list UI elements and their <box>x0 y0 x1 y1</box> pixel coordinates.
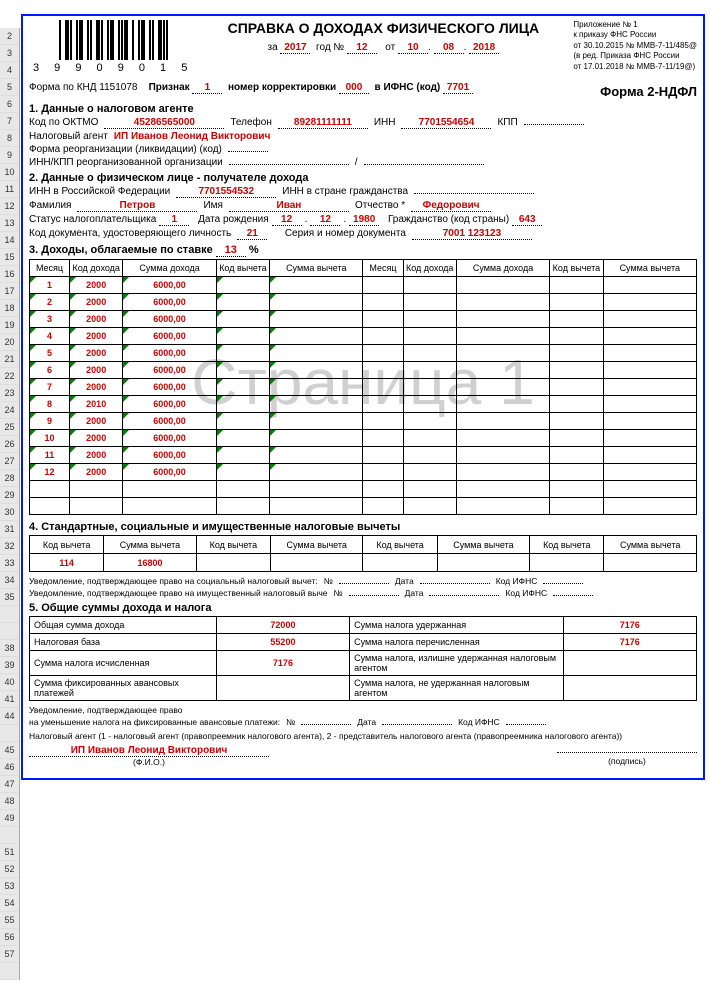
barcode: 3 9 9 0 9 0 1 5 <box>33 20 193 74</box>
value-num: 12 <box>347 42 377 54</box>
value-reorg-inn <box>229 164 349 165</box>
label-reorg: Форма реорганизации (ликвидации) (код) <box>29 144 222 155</box>
section1-title: 1. Данные о налоговом агенте <box>29 103 697 115</box>
value-dob-m: 12 <box>310 214 340 226</box>
label-signature: (подпись) <box>608 756 646 766</box>
label-kpp: КПП <box>497 117 517 128</box>
page-title: СПРАВКА О ДОХОДАХ ФИЗИЧЕСКОГО ЛИЦА <box>193 20 573 36</box>
form-knd: Форма по КНД 1151078 <box>29 82 137 93</box>
label-tel: Телефон <box>230 117 271 128</box>
form-name-label: Форма 2-НДФЛ <box>600 84 697 99</box>
label-reorg-inn: ИНН/КПП реорганизованной организации <box>29 157 223 168</box>
footer-uved1: Уведомление, подтверждающее право <box>29 705 697 715</box>
value-reorg-kpp <box>364 164 484 165</box>
row-numbers: 2345678910111213141516171819202122232425… <box>0 28 20 980</box>
label-citizen: Гражданство (код страны) <box>388 214 509 225</box>
value-citizen: 643 <box>512 214 542 226</box>
label-status: Статус налогоплательщика <box>29 214 156 225</box>
label-oktmo: Код по ОКТМО <box>29 117 98 128</box>
footer-uved2: на уменьшение налога на фиксированные ав… <box>29 717 280 727</box>
label-fam: Фамилия <box>29 200 71 211</box>
footer-agent-name: ИП Иванов Леонид Викторович <box>29 745 269 757</box>
label-inn: ИНН <box>374 117 396 128</box>
label-fio: (Ф.И.О.) <box>29 757 269 767</box>
value-korrekt: 000 <box>339 82 369 94</box>
value-inn-cn <box>414 193 534 194</box>
value-kpp <box>524 124 584 125</box>
section3-title: 3. Доходы, облагаемые по ставке 13 % <box>29 244 697 257</box>
value-reorg <box>228 151 268 152</box>
label-inn-rf: ИНН в Российской Федерации <box>29 186 170 197</box>
label-tax-calculated: Сумма налога исчисленная <box>30 651 217 676</box>
value-dob-d: 12 <box>272 214 302 226</box>
value-tax-notheld <box>563 676 696 701</box>
label-doc-code: Код документа, удостоверяющего личность <box>29 228 231 239</box>
label-ifns: в ИФНС (код) <box>375 82 441 93</box>
deduction-table: Код вычетаСумма вычетаКод вычетаСумма вы… <box>29 535 697 572</box>
value-tax-calculated: 7176 <box>216 651 349 676</box>
value-dob-y: 1980 <box>349 214 379 226</box>
label-inn-cn: ИНН в стране гражданства <box>282 186 408 197</box>
value-agent: ИП Иванов Леонид Викторович <box>114 131 271 142</box>
value-date-d: 10 <box>398 42 428 54</box>
value-oktmo: 45286565000 <box>104 117 224 129</box>
label-tax-excess: Сумма налога, излишне удержанная налогов… <box>350 651 563 676</box>
value-name: Иван <box>229 200 349 212</box>
section5-title: 5. Общие суммы дохода и налога <box>29 602 697 614</box>
value-fam: Петров <box>77 200 197 212</box>
value-date-y: 2018 <box>469 42 499 54</box>
uved-imush: Уведомление, подтверждающее право на иму… <box>29 588 328 598</box>
value-priznak: 1 <box>192 82 222 94</box>
value-docser: 7001 123123 <box>412 228 532 240</box>
income-table: МесяцКод доходаСумма доходаКод вычетаСум… <box>29 259 697 515</box>
value-status: 1 <box>159 214 189 226</box>
value-otch: Федорович <box>411 200 491 212</box>
label-tax-base: Налоговая база <box>30 634 217 651</box>
label-tax-withheld: Сумма налога удержанная <box>350 617 563 634</box>
value-inn: 7701554654 <box>401 117 491 129</box>
footer-agent-text: Налоговый агент (1 - налоговый агент (пр… <box>29 731 697 741</box>
label-agent: Налоговый агент <box>29 131 108 142</box>
signature-line <box>557 752 697 753</box>
label-za: за <box>268 42 278 53</box>
value-tax-base: 55200 <box>216 634 349 651</box>
label-dob: Дата рождения <box>198 214 269 225</box>
value-tax-transferred: 7176 <box>563 634 696 651</box>
value-tax-excess <box>563 651 696 676</box>
label-otch: Отчество * <box>355 200 405 211</box>
totals-table: Общая сумма дохода 72000 Сумма налога уд… <box>29 616 697 701</box>
value-doc-code: 21 <box>237 228 267 240</box>
label-advance: Сумма фиксированных авансовых платежей <box>30 676 217 701</box>
meta-right: Приложение № 1 к приказу ФНС России от 3… <box>573 20 697 72</box>
label-god-no: год № <box>316 42 344 53</box>
section4-title: 4. Стандартные, социальные и имущественн… <box>29 521 697 533</box>
label-ot: от <box>385 42 395 53</box>
value-advance <box>216 676 349 701</box>
form-sheet: Страница 1 3 9 9 0 9 0 1 5 СПРАВКА О ДОХ… <box>21 14 705 780</box>
value-tel: 89281111111 <box>278 117 368 129</box>
value-ifns: 7701 <box>443 82 473 94</box>
label-docser: Серия и номер документа <box>285 228 406 239</box>
label-tax-transferred: Сумма налога перечисленная <box>350 634 563 651</box>
value-tax-withheld: 7176 <box>563 617 696 634</box>
label-tax-notheld: Сумма налога, не удержанная налоговым аг… <box>350 676 563 701</box>
label-korrekt: номер корректировки <box>228 82 336 93</box>
uved-soc: Уведомление, подтверждающее право на соц… <box>29 576 318 586</box>
value-year: 2017 <box>280 42 310 54</box>
label-priznak: Признак <box>149 82 190 93</box>
value-date-m: 08 <box>434 42 464 54</box>
value-total-income: 72000 <box>216 617 349 634</box>
label-total-income: Общая сумма дохода <box>30 617 217 634</box>
barcode-digits: 3 9 9 0 9 0 1 5 <box>33 62 193 74</box>
label-name: Имя <box>203 200 222 211</box>
section2-title: 2. Данные о физическом лице - получателе… <box>29 172 697 184</box>
value-inn-rf: 7701554532 <box>176 186 276 198</box>
